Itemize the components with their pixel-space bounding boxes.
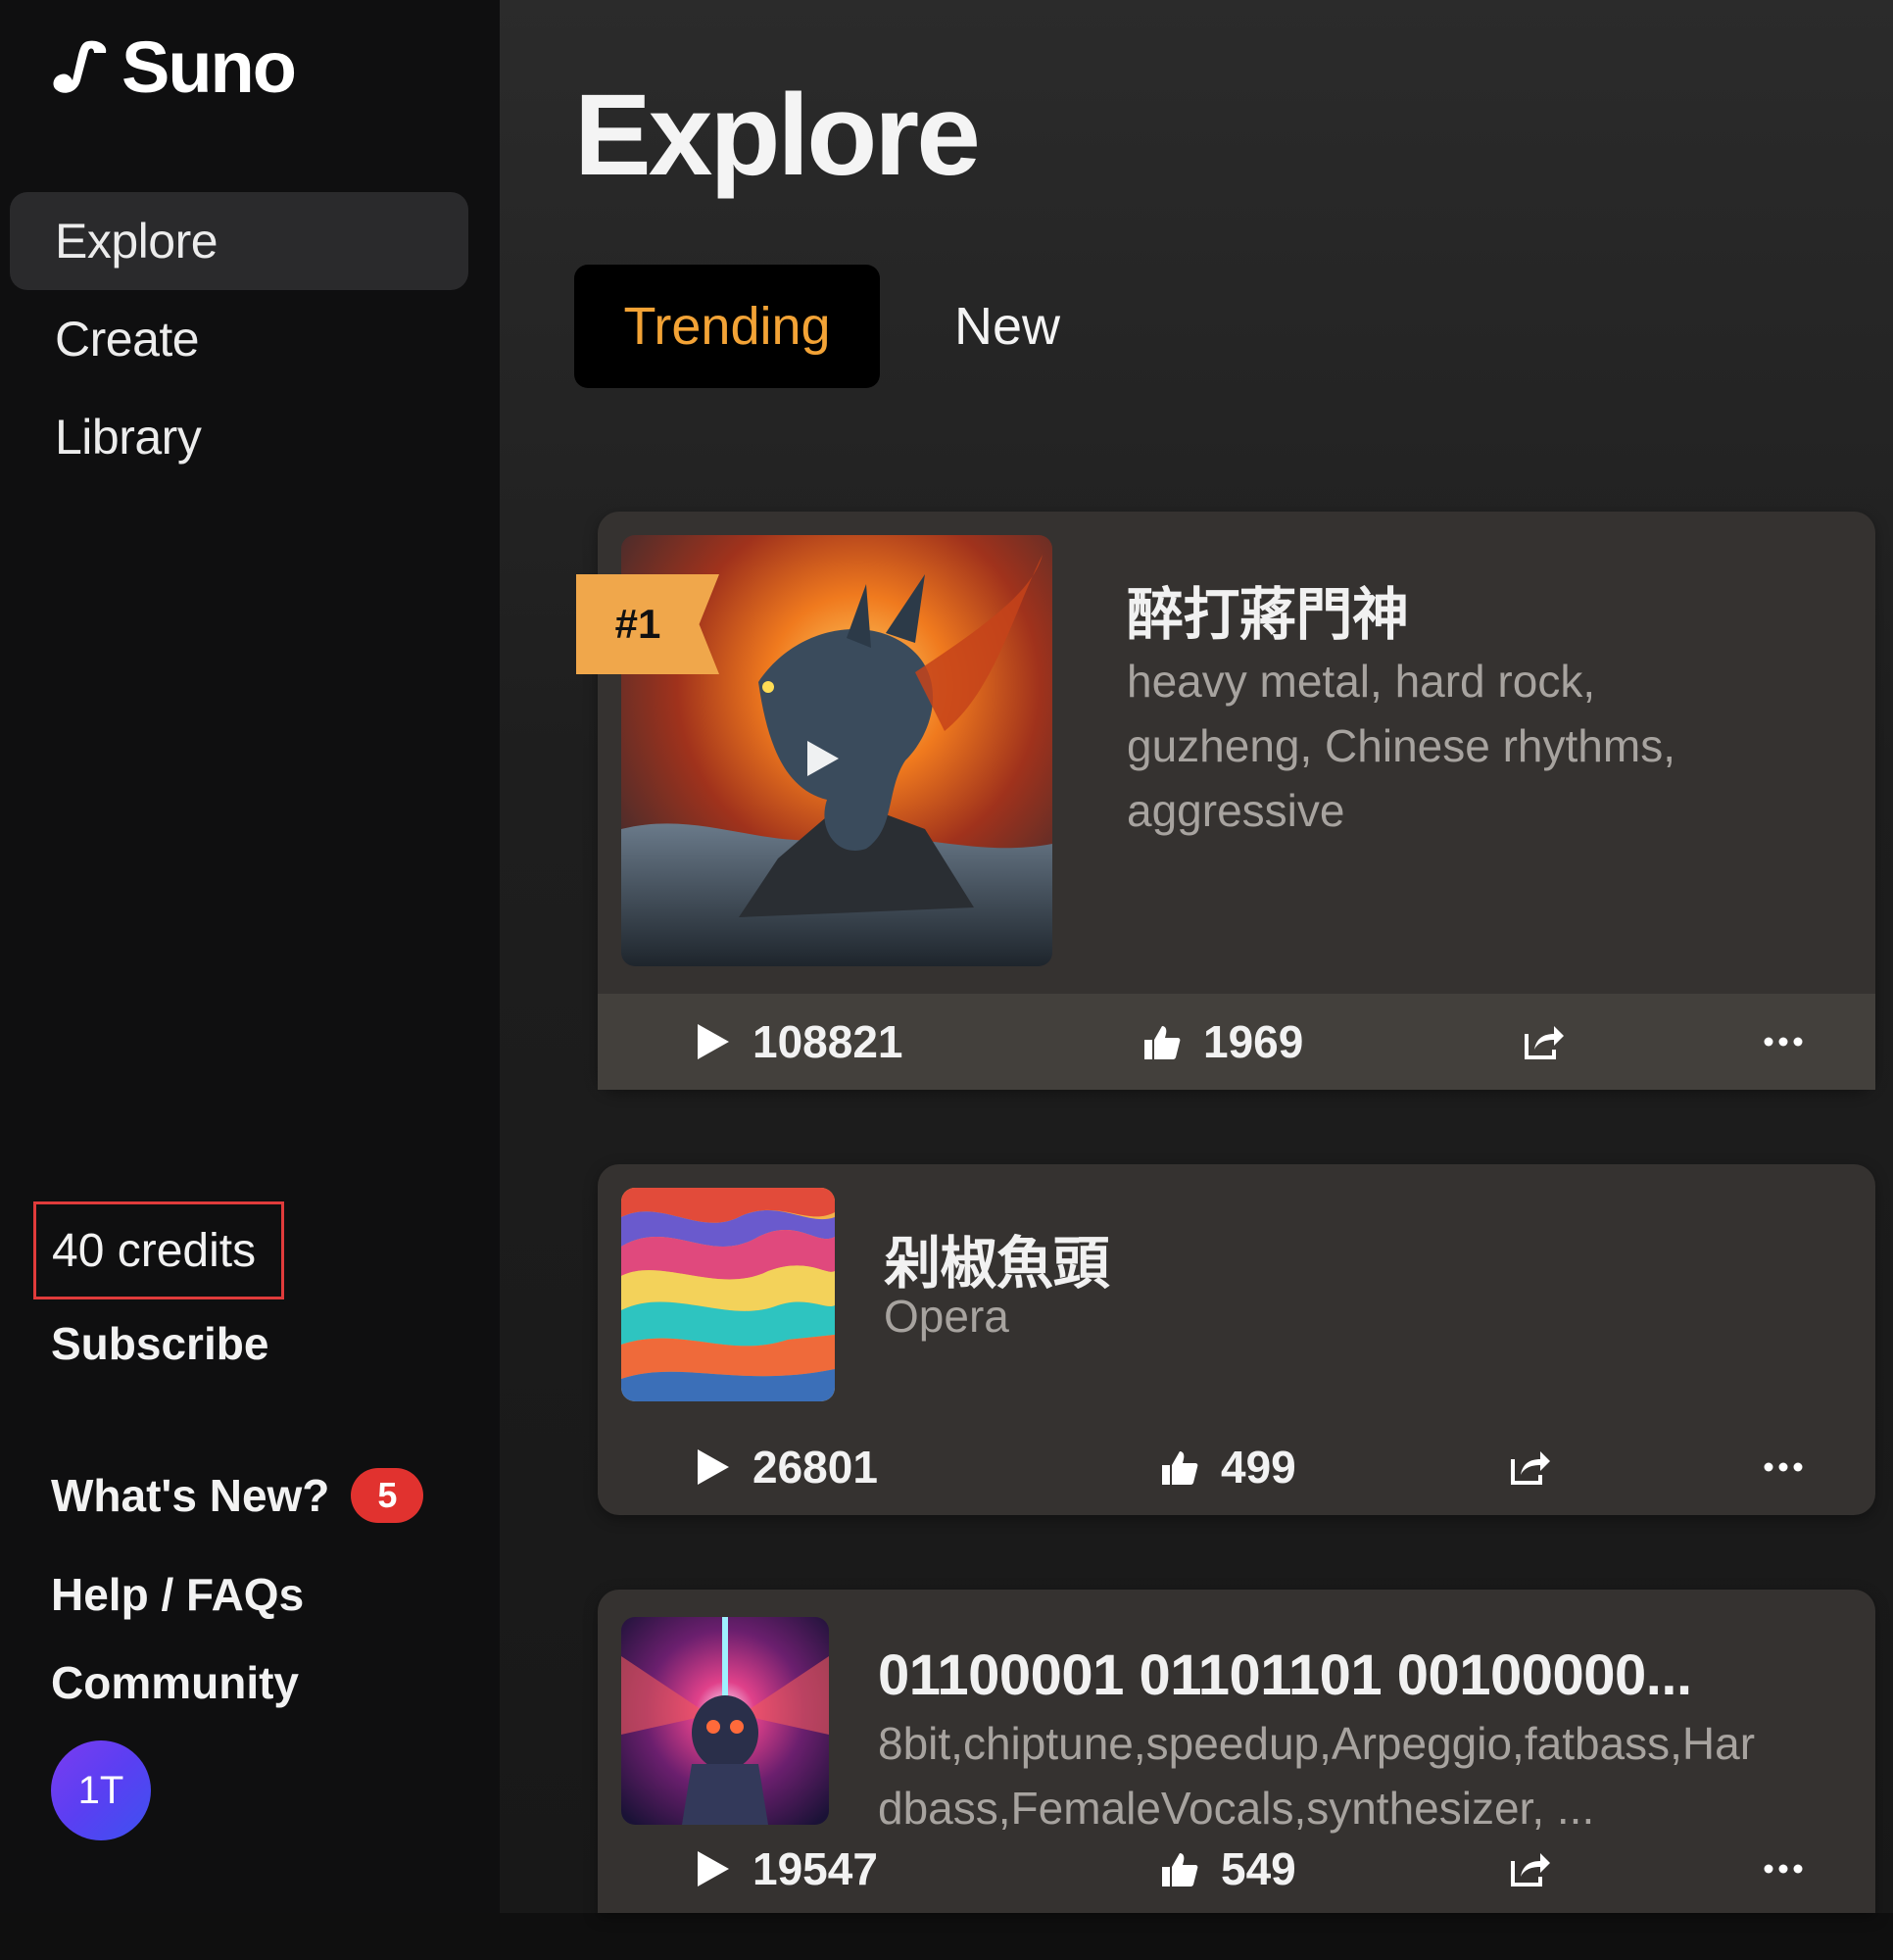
like-count: 549 <box>1221 1843 1296 1894</box>
credits-count: 40 credits <box>33 1201 284 1299</box>
more-options-icon <box>1764 1462 1803 1472</box>
like-button[interactable]: 549 <box>1160 1842 1296 1895</box>
song-tags-line: 8bit,chiptune,speedup,Arpeggio,fatbass,H… <box>878 1718 1756 1769</box>
share-icon <box>1509 1447 1552 1487</box>
share-button[interactable] <box>1523 1022 1566 1061</box>
play-icon <box>696 1849 731 1888</box>
explore-tabs: Trending New <box>574 265 1109 388</box>
whats-new-label: What's New? <box>51 1470 330 1521</box>
play-count: 19547 <box>752 1843 878 1894</box>
song-title[interactable]: 醉打蔣門神 <box>1127 568 1409 651</box>
song-actions: 19547 549 <box>598 1821 1875 1913</box>
thumbs-up-icon <box>1142 1022 1182 1061</box>
subscribe-link[interactable]: Subscribe <box>51 1317 268 1370</box>
more-options-button[interactable] <box>1764 1462 1803 1472</box>
like-count: 1969 <box>1203 1016 1304 1067</box>
tab-new[interactable]: New <box>880 265 1109 388</box>
community-link[interactable]: Community <box>51 1656 299 1709</box>
song-actions: 26801 499 <box>598 1419 1875 1515</box>
song-card[interactable]: 01100001 01101101 00100000... 8bit,chipt… <box>598 1590 1875 1913</box>
thumbs-up-icon <box>1160 1447 1199 1487</box>
song-actions: 108821 1969 <box>598 994 1875 1090</box>
song-tags-line: Opera <box>884 1291 1009 1342</box>
share-button[interactable] <box>1509 1447 1552 1487</box>
sidebar-item-explore[interactable]: Explore <box>10 192 468 290</box>
play-icon <box>696 1022 731 1061</box>
play-button[interactable]: 26801 <box>696 1441 878 1494</box>
abstract-waves-cover-image[interactable] <box>621 1188 835 1401</box>
thumbs-up-icon <box>1160 1849 1199 1888</box>
song-tags-line: heavy metal, hard rock, <box>1127 656 1596 707</box>
neon-robot-cover-image[interactable] <box>621 1617 829 1825</box>
play-count: 108821 <box>752 1016 903 1067</box>
song-tags: Opera <box>884 1284 1009 1348</box>
share-button[interactable] <box>1509 1849 1552 1888</box>
rank-badge: #1 <box>576 574 719 674</box>
like-button[interactable]: 499 <box>1160 1441 1296 1494</box>
song-tags-line: guzheng, Chinese rhythms, <box>1127 720 1675 771</box>
main-content: Explore Trending New #1 醉打蔣門神 heavy meta… <box>500 0 1893 1913</box>
notification-badge: 5 <box>351 1468 424 1523</box>
avatar[interactable]: 1T <box>51 1740 151 1840</box>
suno-logo[interactable]: Suno <box>51 26 297 108</box>
song-tags: heavy metal, hard rock, guzheng, Chinese… <box>1127 649 1675 843</box>
tab-trending[interactable]: Trending <box>574 265 880 388</box>
like-button[interactable]: 1969 <box>1142 1015 1303 1068</box>
play-button[interactable]: 108821 <box>696 1015 903 1068</box>
song-card[interactable]: #1 醉打蔣門神 heavy metal, hard rock, guzheng… <box>576 512 1875 1090</box>
song-tags-line: aggressive <box>1127 785 1345 836</box>
more-options-button[interactable] <box>1764 1864 1803 1874</box>
play-icon <box>696 1447 731 1487</box>
sidebar-item-create[interactable]: Create <box>10 290 468 388</box>
share-icon <box>1523 1022 1566 1061</box>
play-count: 26801 <box>752 1442 878 1493</box>
more-options-icon <box>1764 1037 1803 1047</box>
more-options-icon <box>1764 1864 1803 1874</box>
song-card[interactable]: 剁椒魚頭 Opera 26801 499 <box>598 1164 1875 1515</box>
whats-new-link[interactable]: What's New? 5 <box>51 1468 424 1523</box>
more-options-button[interactable] <box>1764 1037 1803 1047</box>
song-title[interactable]: 01100001 01101101 00100000... <box>878 1642 1692 1708</box>
page-title: Explore <box>574 71 981 200</box>
play-button[interactable]: 19547 <box>696 1842 878 1895</box>
like-count: 499 <box>1221 1442 1296 1493</box>
help-faqs-link[interactable]: Help / FAQs <box>51 1568 304 1621</box>
suno-logo-icon <box>51 37 112 98</box>
sidebar-item-library[interactable]: Library <box>10 388 468 486</box>
sidebar-nav: Explore Create Library <box>10 192 468 486</box>
share-icon <box>1509 1849 1552 1888</box>
logo-text: Suno <box>121 26 297 108</box>
sidebar: Suno Explore Create Library 40 credits S… <box>0 0 500 1913</box>
